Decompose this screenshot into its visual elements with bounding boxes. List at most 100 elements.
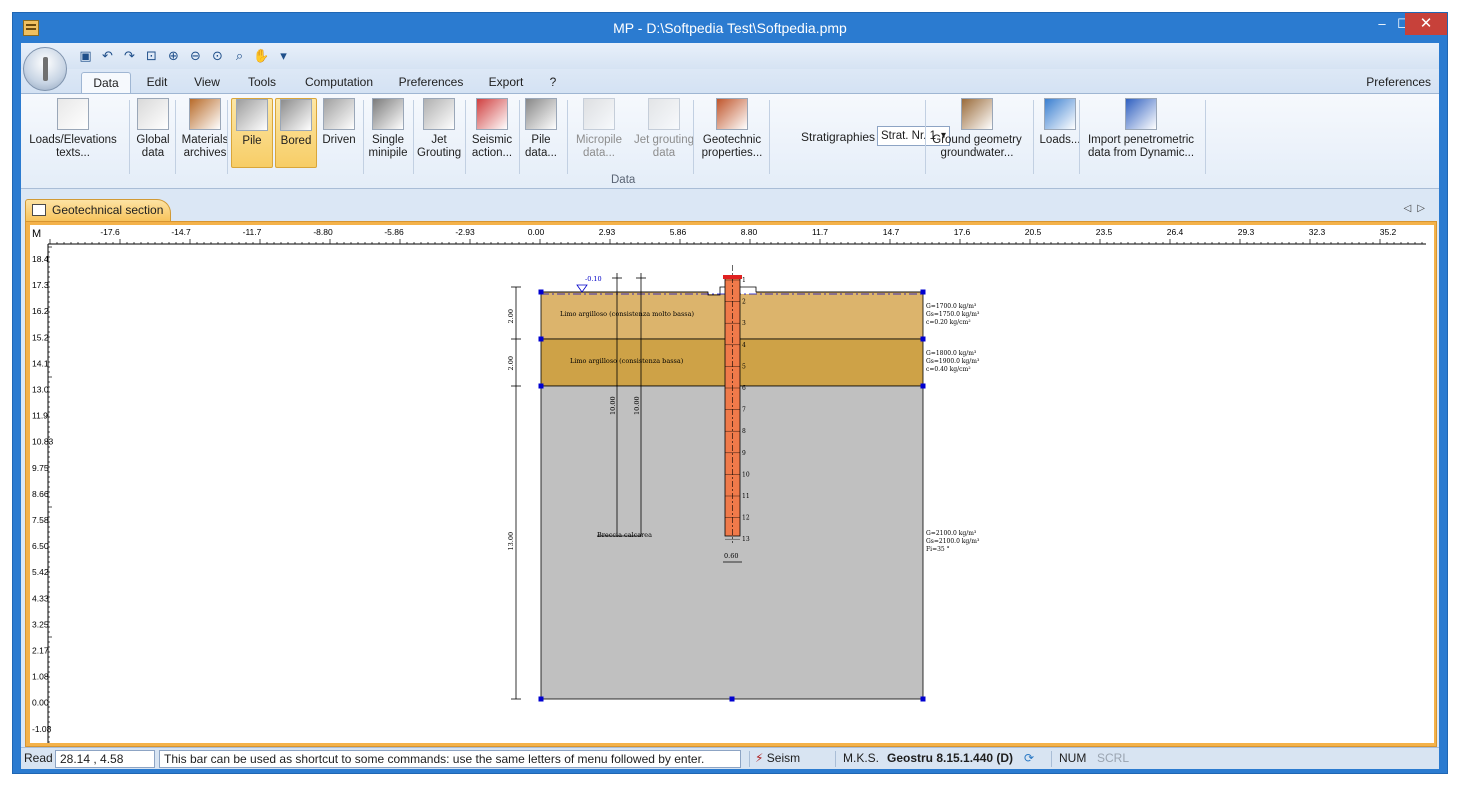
customize-dropdown-icon[interactable]: ▾ [275, 47, 292, 64]
tab-export[interactable]: Export [481, 72, 531, 93]
close-button[interactable]: ✕ [1405, 13, 1447, 35]
y-tick-label: 16.2 [32, 306, 49, 316]
jet-grouting-button[interactable]: Jet Grouting [417, 98, 461, 168]
y-tick-label: 10.83 [32, 437, 54, 447]
pile-button[interactable]: Pile [231, 98, 273, 168]
update-globe-icon[interactable]: ⟳ [1024, 750, 1034, 768]
ground-geometry-label-2: groundwater... [940, 147, 1014, 159]
y-tick-label: -1.08 [32, 724, 52, 734]
y-tick-label: 17.3 [32, 280, 49, 290]
tab-data[interactable]: Data [81, 72, 131, 93]
soil-property: G=2100.0 kg/m³ [926, 530, 977, 537]
soil-block-icon [716, 98, 748, 130]
zoom-all-icon[interactable]: ⊙ [209, 47, 226, 64]
ribbon-separator [1205, 100, 1206, 174]
tab-scroll-arrows-icon[interactable]: ◁▷ [1404, 203, 1431, 214]
ribbon-separator [925, 100, 926, 174]
loads-button[interactable]: Loads... [1039, 98, 1081, 168]
ruler-unit-label: M [32, 228, 41, 240]
tab-geotechnical-section[interactable]: Geotechnical section [25, 199, 171, 221]
num-lock-indicator: NUM [1059, 751, 1087, 765]
ribbon-separator [129, 100, 130, 174]
loads-elevations-button[interactable]: Loads/Elevations texts... [23, 98, 123, 168]
x-tick-label: -14.7 [171, 227, 191, 237]
jet-grouting-data-label: Jet grouting [633, 134, 695, 146]
x-tick-label: 17.6 [954, 227, 971, 237]
pile-diameter-label: 0.60 [724, 552, 738, 560]
zoom-in-icon[interactable]: ⊕ [165, 47, 182, 64]
pile-node-label: 4 [742, 342, 746, 349]
selection-handle [920, 336, 926, 342]
x-tick-label: -17.6 [100, 227, 120, 237]
undo-icon[interactable]: ↶ [99, 47, 116, 64]
soil-property: G=1800.0 kg/m³ [926, 350, 977, 357]
tab-edit[interactable]: Edit [137, 72, 177, 93]
soil-property: Gs=1900.0 kg/m³ [926, 358, 980, 365]
zoom-window-icon[interactable]: ⊡ [143, 47, 160, 64]
pile-node-label: 2 [742, 299, 746, 306]
micropile-data-button[interactable]: Micropile data... [571, 98, 627, 168]
jet-grouting-label: Jet [431, 134, 447, 146]
single-minipile-label: Single [372, 134, 404, 146]
pan-hand-icon[interactable]: ✋ [253, 47, 270, 64]
depth-dimension-label: 10.00 [609, 396, 617, 415]
pile-data-button[interactable]: Pile data... [523, 98, 559, 168]
tab-help[interactable]: ? [543, 72, 563, 93]
x-tick-label: 11.7 [812, 227, 828, 237]
redo-icon[interactable]: ↷ [121, 47, 138, 64]
import-penetrometric-button[interactable]: Import penetrometric data from Dynamic... [1083, 98, 1199, 168]
y-tick-label: 1.08 [32, 672, 49, 682]
seismic-action-button[interactable]: Seismic action... [467, 98, 517, 168]
geotechnical-section-drawing[interactable]: M -17.6 -14.7 -11.7 -8.80 -5.86 -2.93 0.00 2.93 5… [30, 225, 1434, 743]
x-tick-label: 14.7 [883, 227, 900, 237]
soil-property: Fi=35 ° [926, 546, 950, 553]
minipile-icon [372, 98, 404, 130]
pile-data-label-2: data... [525, 147, 557, 159]
water-level-label: -0.10 [585, 275, 602, 283]
driven-button[interactable]: Driven [319, 98, 359, 168]
global-data-label: Global [136, 134, 170, 146]
micropile-data-label: Micropile [575, 134, 622, 146]
x-tick-label: -5.86 [384, 227, 404, 237]
soil-layer-name: Limo argilloso (consistenza molto bassa) [560, 310, 695, 318]
driven-label: Driven [322, 134, 356, 146]
preferences-link[interactable]: Preferences [1366, 75, 1431, 89]
ribbon-separator [567, 100, 568, 174]
bored-button[interactable]: Bored [275, 98, 317, 168]
seismic-action-label: Seismic [471, 134, 513, 146]
x-tick-label: 2.93 [599, 227, 616, 237]
zoom-previous-icon[interactable]: ⌕ [231, 47, 248, 64]
ground-geometry-button[interactable]: Ground geometry groundwater... [929, 98, 1025, 168]
tab-tools[interactable]: Tools [239, 72, 285, 93]
geotechnic-properties-button[interactable]: Geotechnic properties... [697, 98, 767, 168]
seism-indicator[interactable]: ⚡ Seism [755, 750, 800, 768]
selection-handle [729, 696, 735, 702]
section-view-icon [32, 204, 46, 216]
single-minipile-button[interactable]: Single minipile [365, 98, 411, 168]
driven-pile-icon [323, 98, 355, 130]
title-bar[interactable]: MP - D:\Softpedia Test\Softpedia.pmp – ☐… [13, 13, 1447, 43]
pile-node-label: 3 [742, 320, 746, 327]
tab-preferences[interactable]: Preferences [393, 72, 469, 93]
jet-grouting-icon [423, 98, 455, 130]
pile-node-label: 8 [742, 428, 746, 435]
ribbon-separator [413, 100, 414, 174]
zoom-out-icon[interactable]: ⊖ [187, 47, 204, 64]
y-tick-label: 15.2 [32, 332, 49, 342]
application-menu-button[interactable] [23, 47, 67, 91]
jet-grouting-data-button[interactable]: Jet grouting data [631, 98, 697, 168]
save-icon[interactable]: ▣ [77, 47, 94, 64]
soil-layer-name: Limo argilloso (consistenza bassa) [570, 357, 684, 365]
materials-archives-button[interactable]: Materials archives [179, 98, 231, 168]
tab-view[interactable]: View [187, 72, 227, 93]
section-canvas[interactable]: M -17.6 -14.7 -11.7 -8.80 -5.86 -2.93 0.00 2.93 5… [30, 225, 1434, 743]
tab-computation[interactable]: Computation [295, 72, 383, 93]
pile-node-label: 10 [742, 471, 750, 478]
water-table-symbol [576, 284, 588, 293]
ribbon-separator [465, 100, 466, 174]
import-bars-icon [1125, 98, 1157, 130]
ground-geometry-label: Ground geometry [932, 134, 1022, 146]
layer-thickness: 2.00 [507, 309, 515, 323]
global-data-button[interactable]: Global data [133, 98, 173, 168]
command-hint[interactable]: This bar can be used as shortcut to some… [159, 750, 741, 768]
